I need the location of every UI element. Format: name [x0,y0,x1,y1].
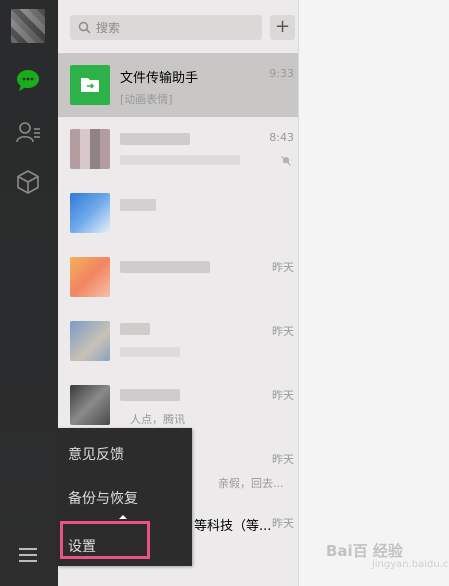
chat-avatar [70,385,110,425]
blurred-preview [120,347,180,357]
chat-preview: 亲假，回去... [218,477,284,490]
chat-icon[interactable] [14,66,42,94]
settings-highlight-box [60,521,150,559]
search-box[interactable] [70,15,262,40]
chat-name: 等科技（等... [194,519,272,534]
mute-bell-icon [281,156,291,166]
chat-time: 昨天 [272,325,294,338]
divider [298,0,299,586]
chat-avatar [70,129,110,169]
chat-item-file-transfer[interactable]: 文件传输助手 [动画表情] 9:33 [58,53,298,117]
chat-item[interactable]: 昨天 [58,245,298,309]
chat-time: 9:33 [269,67,294,80]
watermark: Bai百 经验 jingyan.baidu.com [326,540,449,570]
favorites-cube-icon[interactable] [14,168,42,196]
blurred-name [120,133,190,145]
chat-avatar [70,65,110,105]
blurred-preview [120,155,240,165]
search-input[interactable] [96,15,256,40]
blurred-name [120,261,210,273]
menu-item-backup-restore[interactable]: 备份与恢复 [68,488,138,508]
chat-name: 文件传输助手 [120,71,199,86]
sidebar-nav [0,0,58,586]
chat-content-area [298,0,449,586]
search-icon [78,21,91,34]
chat-time: 8:43 [269,131,294,144]
chat-time: 昨天 [272,261,294,274]
chat-avatar [70,257,110,297]
blurred-name [120,389,180,401]
contacts-icon[interactable] [14,118,42,146]
menu-item-feedback[interactable]: 意见反馈 [68,444,124,464]
blurred-name [120,323,150,335]
chat-item[interactable]: 8:43 [58,117,298,181]
watermark-url: jingyan.baidu.com [372,559,449,570]
chat-item[interactable] [58,181,298,245]
cursor-caret [119,515,127,519]
chat-item[interactable]: 昨天 [58,309,298,373]
chat-time: 昨天 [272,389,294,402]
chat-time: 昨天 [272,517,294,530]
add-chat-button[interactable]: + [270,15,295,40]
chat-preview: [动画表情] [120,93,173,106]
chat-preview: 人点，腾讯 [130,413,185,426]
chat-avatar [70,321,110,361]
folder-transfer-icon [81,78,99,92]
chat-time: 昨天 [272,453,294,466]
user-avatar[interactable] [11,9,45,43]
watermark-brand: Bai百 经验 [326,542,403,560]
hamburger-menu-icon[interactable] [17,545,39,565]
chat-avatar [70,193,110,233]
